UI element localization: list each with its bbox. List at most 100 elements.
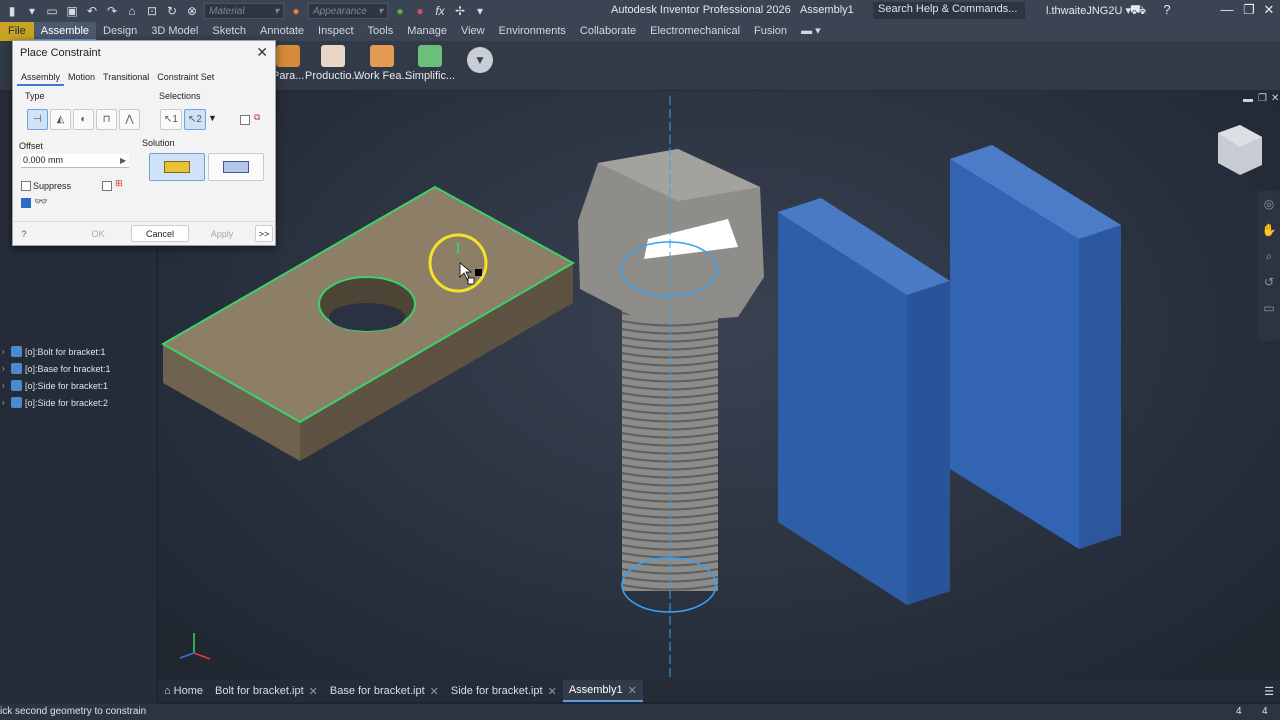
search-input[interactable]: Search Help & Commands... [873,2,1025,19]
menu-electromechanical[interactable]: Electromechanical [643,22,747,41]
open-folder-icon[interactable]: ▭ [44,3,60,19]
insert-constraint-icon[interactable]: ⊓ [96,109,117,130]
menu-assemble[interactable]: Assemble [33,22,97,41]
add-icon[interactable]: ✢ [452,3,468,19]
redo-icon[interactable]: ↷ [104,3,120,19]
help-icon[interactable]: ? [1158,2,1176,20]
help-icon[interactable]: ? [17,225,31,242]
offset-arrow-icon[interactable]: ▶ [120,156,126,165]
more-button[interactable]: >> [255,225,273,242]
viewport-close-icon[interactable]: ✕ [1271,93,1279,104]
steering-wheel-icon[interactable]: ◎ [1258,191,1280,217]
ribbon-expand-button[interactable]: ▼ [467,47,493,73]
update-icon[interactable]: ↻ [164,3,180,19]
offset-input[interactable]: 0.000 mm [21,154,129,168]
expand-arrow-icon[interactable]: › [2,364,10,373]
selection-2-button[interactable]: ↖ 2 [184,109,206,130]
save-icon[interactable]: ▣ [64,3,80,19]
parameters-button[interactable]: Para... [272,45,304,91]
expand-arrow-icon[interactable]: › [2,381,10,390]
chevron-down-icon[interactable]: ▾ [24,3,40,19]
tab-base[interactable]: Base for bracket.ipt ✕ [324,680,445,702]
color-wheel-icon[interactable]: ● [288,3,304,19]
productivity-button[interactable]: Productio... [305,45,361,91]
pan-icon[interactable]: ✋ [1258,217,1280,243]
close-tab-icon[interactable]: ✕ [430,685,439,698]
menu-sketch[interactable]: Sketch [205,22,253,41]
panel-toggle-icon[interactable]: ▬ ▾ [794,22,828,41]
appearance-dropdown[interactable]: Appearance ▾ [308,3,388,19]
close-button[interactable]: ✕ [1260,2,1278,20]
ok-button[interactable]: OK [71,225,125,242]
tab-bolt[interactable]: Bolt for bracket.ipt ✕ [209,680,324,702]
fx-icon[interactable]: fx [432,3,448,19]
close-tab-icon[interactable]: ✕ [309,685,318,698]
work-features-button[interactable]: Work Fea... [354,45,411,91]
limits-checkbox[interactable] [102,181,112,191]
appearance-icon[interactable]: ● [392,3,408,19]
tab-assembly[interactable]: Assembly [17,70,65,86]
restore-button[interactable]: ❐ [1240,2,1258,20]
browser-item[interactable]: › [o]:Side for bracket:1 [0,377,158,394]
browser-item[interactable]: › [o]:Base for bracket:1 [0,360,158,377]
quick-access-toolbar: ▮ ▾ ▭ ▣ ↶ ↷ ⌂ ⊡ ↻ ⊗ Material ▾ ● Appearan… [0,3,488,19]
selection-menu-chevron-icon[interactable]: ▼ [208,113,217,123]
mate-solution-button[interactable] [149,153,205,181]
orbit-icon[interactable]: ↺ [1258,269,1280,295]
user-account[interactable]: l.thwaiteJNG2U ▾ [1046,4,1131,17]
suppress-checkbox[interactable] [21,181,31,191]
menu-design[interactable]: Design [96,22,144,41]
look-at-icon[interactable]: ▭ [1258,295,1280,321]
close-tab-icon[interactable]: ✕ [628,684,637,697]
tangent-constraint-icon[interactable]: ◐ [73,109,94,130]
first-occurrence-checkbox[interactable] [240,115,250,125]
cancel-button[interactable]: Cancel [131,225,189,242]
undo-icon[interactable]: ↶ [84,3,100,19]
preview-checkbox[interactable] [21,198,31,208]
flush-solution-button[interactable] [208,153,264,181]
tab-transitional[interactable]: Transitional [99,70,153,86]
clear-appearance-icon[interactable]: ● [412,3,428,19]
close-tab-icon[interactable]: ✕ [548,685,557,698]
expand-arrow-icon[interactable]: › [2,398,10,407]
new-file-icon[interactable]: ▮ [4,3,20,19]
menu-fusion[interactable]: Fusion [747,22,794,41]
chevron-down-icon[interactable]: ▾ [472,3,488,19]
tab-motion[interactable]: Motion [64,70,99,86]
menu-tools[interactable]: Tools [361,22,401,41]
menu-manage[interactable]: Manage [400,22,454,41]
close-circle-icon[interactable]: ⊗ [184,3,200,19]
apply-button[interactable]: Apply [195,225,249,242]
browser-item[interactable]: › [o]:Bolt for bracket:1 [0,343,158,360]
viewport-minimize-icon[interactable]: ▬ [1243,94,1253,105]
material-dropdown[interactable]: Material ▾ [204,3,284,19]
menu-annotate[interactable]: Annotate [253,22,311,41]
expand-arrow-icon[interactable]: › [2,347,10,356]
tab-assembly1[interactable]: Assembly1 ✕ [562,680,643,702]
menu-3d-model[interactable]: 3D Model [144,22,205,41]
menu-view[interactable]: View [454,22,492,41]
viewport-restore-icon[interactable]: ❐ [1258,93,1267,104]
mate-constraint-icon[interactable]: ⊣ [27,109,48,130]
graphics-viewport[interactable]: ▬ ❐ ✕ ◎ ✋ ⌕ ↺ ▭ [158,91,1280,680]
tab-menu-icon[interactable]: ☰ [1264,685,1280,698]
home-icon[interactable]: ⌂ [124,3,140,19]
menu-file[interactable]: File [0,22,34,41]
tab-home[interactable]: ⌂ Home [158,680,209,702]
menu-environments[interactable]: Environments [492,22,573,41]
menu-collaborate[interactable]: Collaborate [573,22,643,41]
tab-side[interactable]: Side for bracket.ipt ✕ [445,680,563,702]
simplification-button[interactable]: Simplific... [405,45,455,91]
cart-icon[interactable]: ⛟ [1129,2,1147,20]
tab-constraint-set[interactable]: Constraint Set [153,70,218,86]
symmetry-constraint-icon[interactable]: ⋀ [119,109,140,130]
selection-1-button[interactable]: ↖ 1 [160,109,182,130]
material-placeholder: Material [209,5,245,17]
minimize-button[interactable]: — [1218,2,1236,20]
menu-inspect[interactable]: Inspect [311,22,360,41]
angle-constraint-icon[interactable]: ◭ [50,109,71,130]
zoom-icon[interactable]: ⌕ [1258,243,1280,269]
select-icon[interactable]: ⊡ [144,3,160,19]
dialog-close-button[interactable]: ✕ [256,44,268,61]
browser-item[interactable]: › [o]:Side for bracket:2 [0,394,158,411]
